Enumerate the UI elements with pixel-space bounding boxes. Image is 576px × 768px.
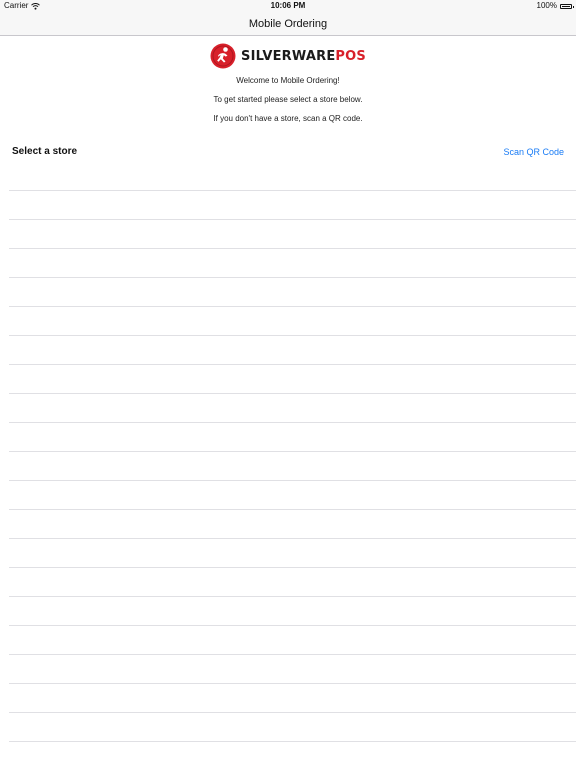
qr-instruction-text: If you don't have a store, scan a QR cod… bbox=[213, 114, 363, 123]
navigation-bar: Mobile Ordering bbox=[0, 12, 576, 36]
store-list-row[interactable] bbox=[9, 191, 576, 220]
silverware-logo-icon bbox=[210, 43, 236, 69]
brand-name-part1: SILVERWARE bbox=[241, 48, 336, 64]
store-list-row[interactable] bbox=[9, 162, 576, 191]
store-section-header: Select a store Scan QR Code bbox=[0, 144, 576, 160]
brand-header: SILVERWAREPOS bbox=[0, 42, 576, 74]
nav-title: Mobile Ordering bbox=[248, 18, 328, 30]
status-bar: Carrier 10:06 PM 100% bbox=[0, 0, 576, 12]
battery-tip bbox=[573, 5, 574, 8]
scan-qr-code-button[interactable]: Scan QR Code bbox=[503, 147, 564, 157]
welcome-text: Welcome to Mobile Ordering! bbox=[236, 76, 340, 85]
battery-icon bbox=[560, 3, 574, 9]
store-list-row[interactable] bbox=[9, 510, 576, 539]
brand-wordmark: SILVERWAREPOS bbox=[241, 49, 366, 64]
store-list-row[interactable] bbox=[9, 626, 576, 655]
store-list-row[interactable] bbox=[9, 336, 576, 365]
instruction-text: To get started please select a store bel… bbox=[213, 95, 363, 104]
store-list-row[interactable] bbox=[9, 365, 576, 394]
status-right: 100% bbox=[536, 0, 574, 12]
store-list-row[interactable] bbox=[9, 452, 576, 481]
status-time: 10:06 PM bbox=[270, 1, 306, 10]
store-list-row[interactable] bbox=[9, 307, 576, 336]
store-list-row[interactable] bbox=[9, 394, 576, 423]
store-list-row[interactable] bbox=[9, 539, 576, 568]
select-store-title: Select a store bbox=[12, 146, 78, 157]
store-list-row[interactable] bbox=[9, 423, 576, 452]
brand-logo: SILVERWAREPOS bbox=[210, 42, 366, 70]
store-list bbox=[9, 162, 576, 742]
store-list-row[interactable] bbox=[9, 481, 576, 510]
store-list-row[interactable] bbox=[9, 684, 576, 713]
store-list-row[interactable] bbox=[9, 655, 576, 684]
store-list-row[interactable] bbox=[9, 249, 576, 278]
store-list-row[interactable] bbox=[9, 713, 576, 742]
store-list-row[interactable] bbox=[9, 220, 576, 249]
store-list-row[interactable] bbox=[9, 597, 576, 626]
brand-name-part2: POS bbox=[335, 48, 366, 64]
store-list-row[interactable] bbox=[9, 278, 576, 307]
battery-percent: 100% bbox=[536, 1, 557, 10]
battery-fill bbox=[562, 5, 570, 7]
store-list-row[interactable] bbox=[9, 568, 576, 597]
